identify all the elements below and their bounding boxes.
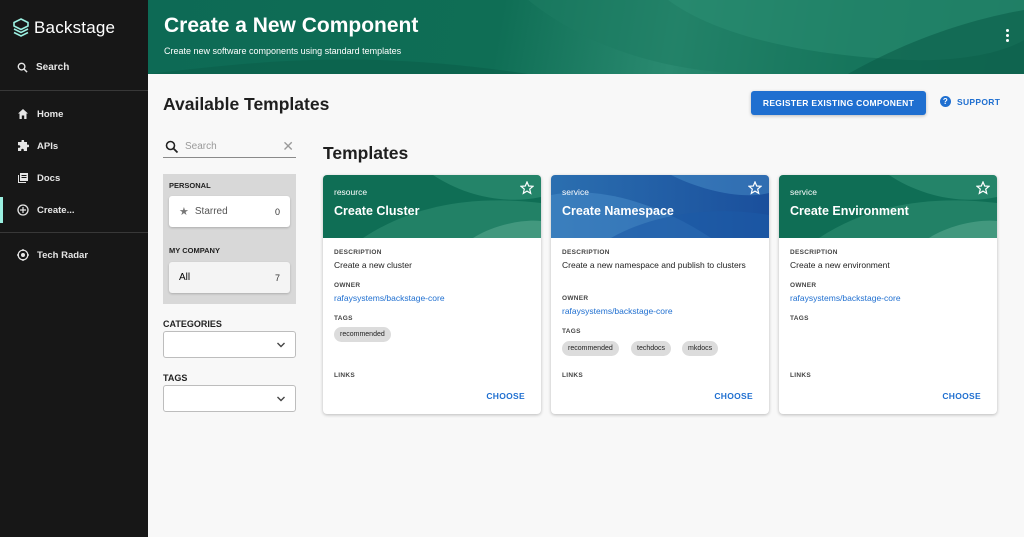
personal-section-label: PERSONAL	[169, 181, 211, 190]
template-owner-link[interactable]: rafaysystems/backstage-core	[334, 293, 445, 303]
chevron-down-icon	[277, 396, 285, 402]
starred-label: Starred	[194, 206, 228, 217]
sidebar-search[interactable]: Search	[17, 62, 69, 73]
sidebar-item-label: Create...	[37, 204, 75, 216]
sidebar-item-label: APIs	[37, 140, 59, 152]
categories-label: CATEGORIES	[163, 319, 222, 329]
page-subtitle: Create new software components using sta…	[164, 46, 402, 56]
tags-label: TAGS	[790, 315, 809, 322]
tag-chip: recommended	[334, 327, 391, 342]
owner-filter-panel: PERSONAL ★ Starred 0 MY COMPANY All 7	[163, 174, 296, 304]
sidebar-divider	[0, 90, 148, 91]
library-books-icon	[18, 173, 28, 183]
help-icon: ?	[940, 96, 951, 107]
all-label: All	[179, 272, 191, 283]
sidebar-item-label: Docs	[37, 172, 61, 184]
categories-select[interactable]	[163, 331, 296, 358]
all-filter-button[interactable]: All 7	[169, 262, 290, 293]
search-placeholder: Search	[185, 141, 217, 152]
card-banner: service Create Namespace	[551, 175, 769, 238]
sidebar-item-home[interactable]: Home	[0, 101, 148, 127]
search-icon	[17, 62, 28, 73]
tags-label: TAGS	[334, 315, 353, 322]
sidebar-item-create[interactable]: Create...	[0, 197, 148, 223]
template-owner-link[interactable]: rafaysystems/backstage-core	[790, 293, 901, 303]
home-icon	[18, 109, 28, 119]
all-count: 7	[274, 272, 280, 283]
sidebar-item-label: Home	[37, 108, 64, 120]
template-search-input[interactable]: Search ✕	[163, 136, 296, 158]
description-label: DESCRIPTION	[790, 249, 838, 256]
sidebar-divider	[0, 232, 148, 233]
extension-icon	[18, 140, 29, 151]
links-label: LINKS	[790, 372, 811, 379]
template-card: service Create Namespace DESCRIPTION Cre…	[551, 175, 769, 414]
template-description: Create a new environment	[790, 260, 890, 270]
chevron-down-icon	[277, 342, 285, 348]
template-description: Create a new cluster	[334, 260, 412, 270]
choose-button[interactable]: CHOOSE	[486, 391, 525, 401]
more-vert-icon[interactable]	[1006, 29, 1010, 43]
register-existing-component-button[interactable]: REGISTER EXISTING COMPONENT	[751, 91, 926, 115]
owner-label: OWNER	[790, 282, 817, 289]
star-icon: ★	[179, 206, 189, 218]
links-label: LINKS	[334, 372, 355, 379]
company-section-label: MY COMPANY	[169, 246, 220, 255]
page-header: Create a New Component Create new softwa…	[148, 0, 1024, 74]
description-label: DESCRIPTION	[562, 249, 610, 256]
template-type: service	[790, 187, 817, 197]
templates-heading: Templates	[323, 143, 409, 163]
sidebar-search-label: Search	[36, 62, 70, 73]
card-banner: service Create Environment	[779, 175, 997, 238]
add-circle-icon	[17, 204, 29, 216]
star-outline-icon[interactable]	[520, 181, 534, 195]
owner-label: OWNER	[562, 295, 589, 302]
tags-label: TAGS	[562, 328, 581, 335]
card-banner: resource Create Cluster	[323, 175, 541, 238]
sidebar-item-tech-radar[interactable]: Tech Radar	[0, 242, 148, 268]
search-icon	[165, 140, 179, 153]
tag-chip: recommended	[562, 341, 619, 356]
template-name: Create Cluster	[334, 204, 420, 218]
backstage-logo[interactable]: Backstage	[13, 18, 115, 38]
sidebar-item-apis[interactable]: APIs	[0, 133, 148, 159]
template-card: service Create Environment DESCRIPTION C…	[779, 175, 997, 414]
support-label: SUPPORT	[957, 96, 1001, 107]
tags-select[interactable]	[163, 385, 296, 412]
links-label: LINKS	[562, 372, 583, 379]
sidebar-item-label: Tech Radar	[37, 249, 89, 261]
choose-button[interactable]: CHOOSE	[942, 391, 981, 401]
template-type: service	[562, 187, 589, 197]
star-outline-icon[interactable]	[748, 181, 762, 195]
page-title: Create a New Component	[164, 14, 419, 37]
template-type: resource	[334, 187, 368, 197]
owner-label: OWNER	[334, 282, 361, 289]
sidebar: Backstage Search Home APIs Docs Create..…	[0, 0, 148, 537]
tag-chip: mkdocs	[682, 341, 719, 356]
template-name: Create Environment	[790, 204, 909, 218]
template-card: resource Create Cluster DESCRIPTION Crea…	[323, 175, 541, 414]
support-button[interactable]: ? SUPPORT	[940, 96, 1000, 107]
app-name: Backstage	[34, 18, 116, 37]
template-name: Create Namespace	[562, 204, 674, 218]
tags-label: TAGS	[163, 373, 188, 383]
template-owner-link[interactable]: rafaysystems/backstage-core	[562, 306, 673, 316]
backstage-logo-icon	[13, 18, 29, 37]
sidebar-item-docs[interactable]: Docs	[0, 165, 148, 191]
template-description: Create a new namespace and publish to cl…	[562, 260, 746, 270]
starred-count: 0	[274, 206, 280, 217]
tag-chip: techdocs	[631, 341, 672, 356]
radar-icon	[17, 249, 29, 261]
clear-icon[interactable]: ✕	[282, 138, 294, 155]
description-label: DESCRIPTION	[334, 249, 382, 256]
starred-filter-button[interactable]: ★ Starred 0	[169, 196, 290, 227]
content-title: Available Templates	[163, 94, 330, 114]
star-outline-icon[interactable]	[976, 181, 990, 195]
choose-button[interactable]: CHOOSE	[714, 391, 753, 401]
